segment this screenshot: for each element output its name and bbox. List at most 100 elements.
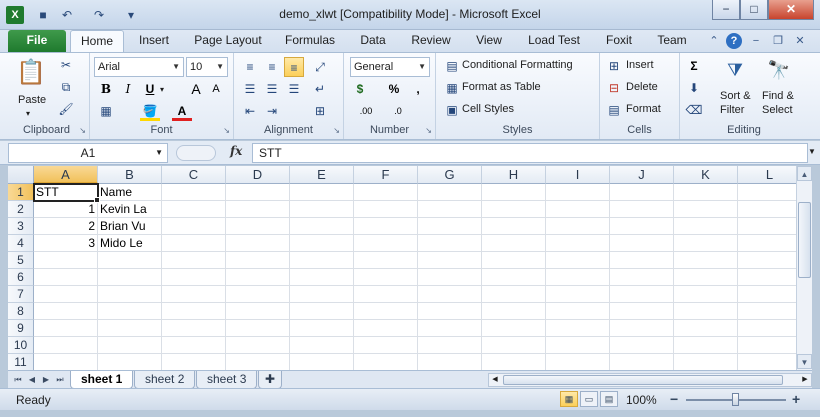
align-left-icon[interactable]: ☰ [240, 79, 260, 99]
cell-i11[interactable] [546, 354, 610, 370]
cell-c1[interactable] [162, 184, 226, 201]
cell-e5[interactable] [290, 252, 354, 269]
cell-k9[interactable] [674, 320, 738, 337]
tab-team[interactable]: Team [652, 30, 692, 52]
column-header-h[interactable]: H [482, 166, 546, 184]
cell-k6[interactable] [674, 269, 738, 286]
tab-formulas[interactable]: Formulas [280, 30, 340, 52]
cell-f4[interactable] [354, 235, 418, 252]
cell-h1[interactable] [482, 184, 546, 201]
row-header-10[interactable]: 10 [8, 337, 34, 354]
cell-k1[interactable] [674, 184, 738, 201]
cell-b7[interactable] [98, 286, 162, 303]
cell-e3[interactable] [290, 218, 354, 235]
sheet-tab-1[interactable]: sheet 1 [70, 371, 134, 389]
cell-l7[interactable] [738, 286, 796, 303]
font-size-select[interactable]: 10 ▼ [186, 57, 228, 77]
number-launcher-icon[interactable]: ↘ [425, 126, 432, 135]
cell-i6[interactable] [546, 269, 610, 286]
cell-a5[interactable] [34, 252, 98, 269]
cell-a9[interactable] [34, 320, 98, 337]
font-launcher-icon[interactable]: ↘ [223, 126, 230, 135]
horizontal-scrollbar[interactable]: ◀ ▶ [488, 373, 812, 387]
find-select-label-1[interactable]: Find & [762, 89, 794, 103]
cell-d2[interactable] [226, 201, 290, 218]
cell-i8[interactable] [546, 303, 610, 320]
cell-j8[interactable] [610, 303, 674, 320]
cell-h8[interactable] [482, 303, 546, 320]
cell-l9[interactable] [738, 320, 796, 337]
row-header-2[interactable]: 2 [8, 201, 34, 218]
cell-i10[interactable] [546, 337, 610, 354]
spreadsheet-grid[interactable]: A B C D E F G H I J K L 1 STT Name 2 1 Kevin La 3 2 Brian Vu… [8, 166, 796, 370]
cell-b11[interactable] [98, 354, 162, 370]
cell-a1[interactable]: STT [34, 184, 98, 201]
cell-j11[interactable] [610, 354, 674, 370]
cell-e7[interactable] [290, 286, 354, 303]
cell-j5[interactable] [610, 252, 674, 269]
tab-data[interactable]: Data [354, 30, 392, 52]
cell-c10[interactable] [162, 337, 226, 354]
cell-b4[interactable]: Mido Le [98, 235, 162, 252]
cell-j6[interactable] [610, 269, 674, 286]
cell-j2[interactable] [610, 201, 674, 218]
cell-i4[interactable] [546, 235, 610, 252]
row-header-9[interactable]: 9 [8, 320, 34, 337]
fill-icon[interactable]: ⬇ [684, 78, 704, 98]
help-icon[interactable]: ? [726, 33, 742, 49]
cell-k8[interactable] [674, 303, 738, 320]
cell-d9[interactable] [226, 320, 290, 337]
clear-icon[interactable]: ⌫ [684, 100, 704, 120]
workbook-restore-icon[interactable]: ❐ [770, 33, 786, 49]
row-header-11[interactable]: 11 [8, 354, 34, 370]
cell-b3[interactable]: Brian Vu [98, 218, 162, 235]
cell-e8[interactable] [290, 303, 354, 320]
cell-b2[interactable]: Kevin La [98, 201, 162, 218]
cell-j4[interactable] [610, 235, 674, 252]
row-header-3[interactable]: 3 [8, 218, 34, 235]
increase-indent-icon[interactable]: ⇥ [262, 101, 282, 121]
format-painter-icon[interactable]: 🖌 [56, 99, 76, 119]
page-break-view-icon[interactable]: ▤ [600, 391, 618, 407]
cell-g9[interactable] [418, 320, 482, 337]
cell-l10[interactable] [738, 337, 796, 354]
cell-d8[interactable] [226, 303, 290, 320]
sheet-tab-2[interactable]: sheet 2 [134, 371, 196, 389]
cell-b5[interactable] [98, 252, 162, 269]
cell-i3[interactable] [546, 218, 610, 235]
cell-b8[interactable] [98, 303, 162, 320]
tab-insert[interactable]: Insert [132, 30, 176, 52]
page-layout-view-icon[interactable]: ▭ [580, 391, 598, 407]
cell-d7[interactable] [226, 286, 290, 303]
wrap-text-icon[interactable]: ↵ [310, 79, 330, 99]
vertical-scroll-thumb[interactable] [798, 202, 811, 278]
cell-e6[interactable] [290, 269, 354, 286]
cell-c6[interactable] [162, 269, 226, 286]
column-header-d[interactable]: D [226, 166, 290, 184]
cell-f2[interactable] [354, 201, 418, 218]
cell-g5[interactable] [418, 252, 482, 269]
cell-i5[interactable] [546, 252, 610, 269]
cell-h11[interactable] [482, 354, 546, 370]
column-header-j[interactable]: J [610, 166, 674, 184]
cell-d1[interactable] [226, 184, 290, 201]
cell-styles-icon[interactable]: ▣ [442, 100, 462, 120]
prev-sheet-icon[interactable]: ◀ [26, 373, 38, 387]
paste-button[interactable]: Paste [18, 91, 46, 111]
format-cells-button[interactable]: Format [626, 100, 661, 120]
sheet-tab-3[interactable]: sheet 3 [196, 371, 258, 389]
cell-j7[interactable] [610, 286, 674, 303]
cell-g6[interactable] [418, 269, 482, 286]
cell-l6[interactable] [738, 269, 796, 286]
cell-b10[interactable] [98, 337, 162, 354]
format-cells-icon[interactable]: ▤ [604, 100, 624, 120]
align-bottom-icon[interactable]: ≡ [284, 57, 304, 77]
cell-g4[interactable] [418, 235, 482, 252]
cell-a4[interactable]: 3 [34, 235, 98, 252]
cell-c3[interactable] [162, 218, 226, 235]
cell-c11[interactable] [162, 354, 226, 370]
maximize-button[interactable]: □ [740, 0, 768, 20]
copy-icon[interactable]: ⧉ [56, 77, 76, 97]
column-header-g[interactable]: G [418, 166, 482, 184]
cell-k11[interactable] [674, 354, 738, 370]
